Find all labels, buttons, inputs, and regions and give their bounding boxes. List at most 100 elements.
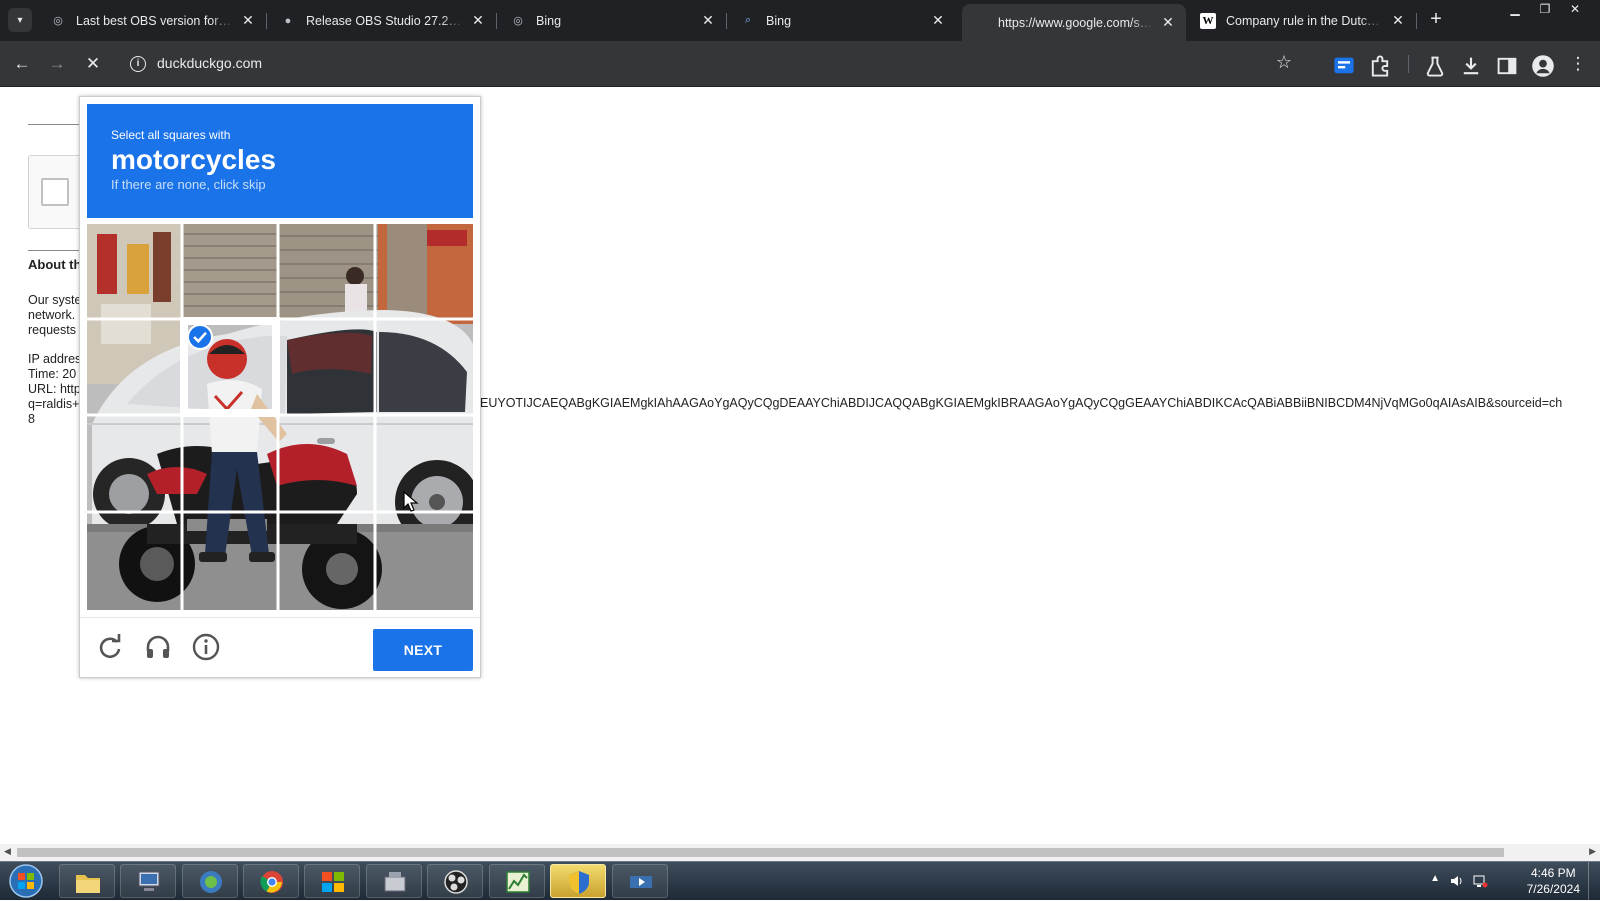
challenge-header: Select all squares with motorcycles If t… — [87, 104, 473, 218]
scroll-right-arrow-icon[interactable]: ▶ — [1589, 846, 1596, 857]
tab-separator — [266, 13, 267, 29]
tab-separator — [1416, 13, 1417, 29]
skip-hint: If there are none, click skip — [111, 177, 266, 192]
info-line: IP addres — [28, 352, 82, 366]
bing-icon: ◎ — [513, 15, 523, 27]
google-icon — [972, 15, 988, 31]
taskbar-obs[interactable] — [427, 864, 483, 898]
tab-google-search[interactable]: https://www.google.com/sear ✕ — [962, 4, 1186, 41]
horizontal-scrollbar[interactable]: ◀ ▶ — [0, 844, 1600, 861]
recaptcha-checkbox[interactable] — [41, 178, 69, 206]
scroll-left-arrow-icon[interactable]: ◀ — [4, 846, 11, 857]
grid-tile[interactable] — [87, 417, 184, 514]
grid-tile[interactable] — [377, 321, 474, 418]
grid-tile[interactable] — [280, 417, 377, 514]
chrome-icon — [260, 871, 283, 893]
volume-icon[interactable] — [1449, 873, 1465, 889]
address-text: duckduckgo.com — [157, 55, 263, 71]
installer-icon — [384, 872, 406, 892]
taskbar-chrome[interactable] — [243, 864, 299, 898]
shield-icon — [569, 871, 589, 894]
close-icon[interactable]: ✕ — [1160, 14, 1176, 31]
address-bar[interactable]: i duckduckgo.com ☆ — [120, 47, 1304, 81]
grid-tile[interactable] — [184, 514, 281, 611]
tab-title: Company rule in the Dutch Ea — [1226, 13, 1384, 28]
about-heading: About th — [28, 257, 82, 272]
close-icon[interactable]: ✕ — [240, 12, 256, 29]
grid-tile[interactable] — [87, 224, 184, 321]
tab-title: Bing — [766, 13, 792, 28]
taskbar-obs-studio[interactable] — [182, 864, 238, 898]
grid-tile[interactable] — [87, 321, 184, 418]
tab-strip: ▾ ◎ Last best OBS version for win ✕ ● Re… — [0, 0, 1600, 41]
grid-tile[interactable] — [184, 417, 281, 514]
grid-tile[interactable] — [184, 224, 281, 321]
instruction-text: Select all squares with — [111, 128, 231, 142]
close-icon[interactable]: ✕ — [930, 12, 946, 29]
grid-tile[interactable] — [280, 514, 377, 611]
taskbar-installer[interactable] — [366, 864, 422, 898]
taskbar-media-player[interactable] — [612, 864, 668, 898]
tray-overflow-icon[interactable]: ▲ — [1430, 873, 1440, 884]
extensions-icon[interactable] — [1368, 54, 1392, 78]
site-info-icon[interactable]: i — [130, 56, 146, 72]
tab-bing-2[interactable]: ⌕ Bing ✕ — [730, 6, 956, 35]
tab-dutch-company[interactable]: W Company rule in the Dutch Ea ✕ — [1190, 6, 1417, 35]
mouse-cursor-icon — [403, 491, 419, 512]
start-button[interactable] — [4, 863, 48, 899]
bookmark-star-icon[interactable]: ☆ — [1276, 52, 1292, 73]
reload-icon[interactable] — [95, 632, 125, 662]
clock[interactable]: 4:46 PM 7/26/2024 — [1527, 865, 1580, 897]
browser-toolbar: ← → ✕ i duckduckgo.com ☆ ⋮ — [0, 41, 1600, 87]
grid-tile[interactable] — [87, 514, 184, 611]
side-panel-icon[interactable] — [1495, 54, 1519, 78]
grid-tile[interactable] — [377, 514, 474, 611]
toolbar-divider — [1408, 55, 1409, 73]
close-icon[interactable]: ✕ — [470, 12, 486, 29]
grid-tile[interactable] — [280, 224, 377, 321]
taskbar-security-center[interactable] — [550, 864, 606, 898]
stop-loading-button[interactable]: ✕ — [81, 52, 105, 76]
minimize-button[interactable]: ▁ — [1500, 0, 1530, 20]
taskbar-windows-app[interactable] — [304, 864, 360, 898]
close-icon[interactable]: ✕ — [700, 12, 716, 29]
grid-tile[interactable] — [377, 224, 474, 321]
network-icon[interactable] — [1472, 873, 1488, 889]
profile-avatar-icon[interactable] — [1531, 54, 1555, 78]
scrollbar-thumb[interactable] — [17, 848, 1504, 857]
body-line: network. — [28, 308, 76, 322]
back-button[interactable]: ← — [10, 52, 34, 76]
new-tab-button[interactable]: + — [1425, 9, 1447, 31]
tab-search-button[interactable]: ▾ — [8, 8, 32, 32]
next-button[interactable]: NEXT — [373, 629, 473, 671]
search-icon: ⌕ — [744, 14, 752, 26]
tab-obs-version[interactable]: ◎ Last best OBS version for win ✕ — [40, 6, 267, 35]
show-desktop-button[interactable] — [1588, 862, 1600, 901]
tab-separator — [726, 13, 727, 29]
info-icon[interactable] — [191, 632, 221, 662]
restore-button[interactable]: ❐ — [1530, 0, 1560, 20]
window-close-button[interactable]: ✕ — [1560, 0, 1590, 20]
labs-flask-icon[interactable] — [1423, 54, 1447, 78]
computer-icon — [138, 871, 160, 891]
tab-obs-release[interactable]: ● Release OBS Studio 27.2.4 · ob ✕ — [270, 6, 497, 35]
browser-menu-icon[interactable]: ⋮ — [1566, 52, 1590, 76]
download-icon[interactable] — [1459, 54, 1483, 78]
tab-bing-1[interactable]: ◎ Bing ✕ — [500, 6, 727, 35]
image-grid — [87, 224, 473, 610]
close-icon[interactable]: ✕ — [1390, 12, 1406, 29]
taskbar-computer[interactable] — [120, 864, 176, 898]
media-player-icon — [630, 876, 652, 888]
cast-extension-icon[interactable] — [1332, 54, 1356, 78]
chart-app-icon — [506, 871, 530, 893]
taskbar-task-manager[interactable] — [489, 864, 545, 898]
taskbar-file-explorer[interactable] — [59, 864, 115, 898]
obs-icon — [444, 870, 468, 894]
grid-tile[interactable] — [280, 321, 377, 418]
audio-challenge-icon[interactable] — [143, 632, 173, 662]
tab-title: Bing — [536, 13, 562, 28]
forward-button[interactable]: → — [45, 52, 69, 76]
grid-tile[interactable] — [377, 417, 474, 514]
tab-separator — [496, 13, 497, 29]
obs-icon: ◎ — [53, 15, 63, 27]
